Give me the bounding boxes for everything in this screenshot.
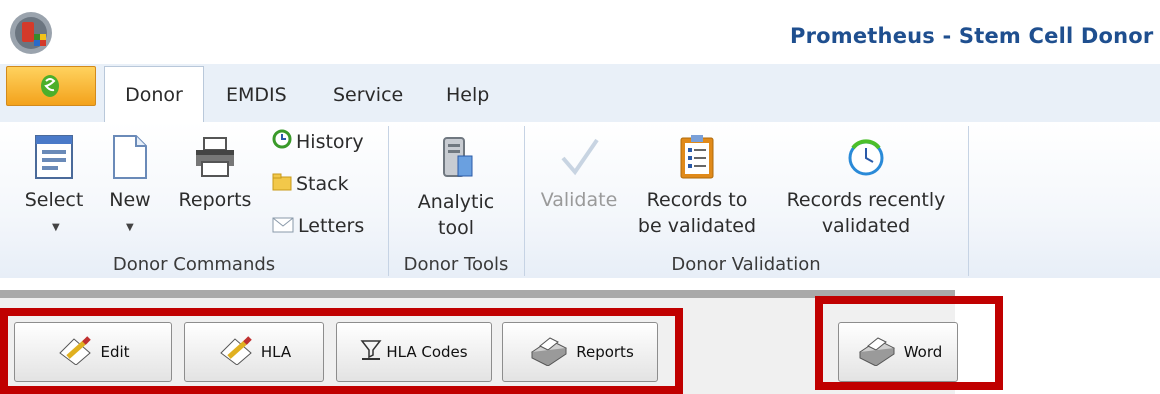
reports-ribbon-label: Reports — [178, 189, 252, 211]
donor-tools-group-label: Donor Tools — [403, 254, 509, 275]
printer-icon — [196, 137, 234, 177]
tab-service[interactable]: Service — [333, 72, 403, 112]
records-recently-validated-label-line1: Records recently — [786, 189, 946, 211]
clock-refresh-icon — [848, 139, 884, 176]
history-clock-icon — [272, 129, 292, 157]
history-label: History — [296, 131, 364, 153]
tab-emdis[interactable]: EMDIS — [226, 72, 287, 112]
validate-label: Validate — [540, 189, 618, 211]
analytic-tool-button[interactable]: Analytic tool — [398, 134, 514, 241]
new-button[interactable]: New — [100, 134, 160, 213]
tab-help[interactable]: Help — [446, 72, 489, 112]
stack-folder-icon — [272, 171, 292, 199]
clipboard-checklist-icon — [680, 135, 714, 179]
application-menu-button[interactable] — [6, 66, 96, 106]
window-title: Prometheus - Stem Cell Donor I — [790, 24, 1160, 48]
letters-label: Letters — [298, 215, 365, 237]
records-to-be-validated-label-line1: Records to — [646, 189, 748, 211]
records-to-be-validated-button[interactable]: Records to be validated — [630, 134, 764, 239]
spacer — [0, 278, 1160, 290]
records-recently-validated-button[interactable]: Records recently validated — [776, 134, 956, 239]
highlight-box-word-button — [815, 296, 1003, 390]
select-button[interactable]: Select — [18, 134, 90, 213]
group-separator — [968, 126, 969, 276]
donor-validation-group-label: Donor Validation — [671, 254, 821, 275]
new-label: New — [109, 189, 151, 211]
letters-button[interactable]: Letters — [272, 212, 364, 240]
app-logo-icon[interactable] — [8, 10, 54, 56]
stack-label: Stack — [296, 173, 349, 195]
select-label: Select — [24, 189, 84, 211]
analytic-tool-label-line1: Analytic — [417, 191, 495, 213]
donor-commands-group-label: Donor Commands — [112, 254, 276, 275]
highlight-box-main-buttons — [0, 308, 683, 394]
validate-button[interactable]: Validate — [534, 134, 624, 213]
app-menu-icon — [41, 75, 59, 97]
records-recently-validated-label-line2: validated — [821, 215, 911, 237]
reports-ribbon-button[interactable]: Reports — [170, 134, 260, 213]
new-dropdown-arrow-icon[interactable]: ▼ — [126, 222, 134, 233]
tab-donor[interactable]: Donor — [104, 66, 204, 123]
envelope-icon — [272, 213, 294, 241]
analytic-tool-label-line2: tool — [438, 217, 474, 239]
analytic-server-icon — [443, 137, 473, 177]
history-button[interactable]: History — [272, 128, 364, 156]
select-form-icon — [35, 135, 73, 179]
records-to-be-validated-label-line2: be validated — [637, 215, 757, 237]
title-bar: Prometheus - Stem Cell Donor I — [0, 0, 1160, 64]
checkmark-icon — [561, 138, 599, 176]
select-dropdown-arrow-icon[interactable]: ▼ — [52, 222, 60, 233]
stack-button[interactable]: Stack — [272, 170, 349, 198]
new-document-icon — [113, 135, 147, 179]
